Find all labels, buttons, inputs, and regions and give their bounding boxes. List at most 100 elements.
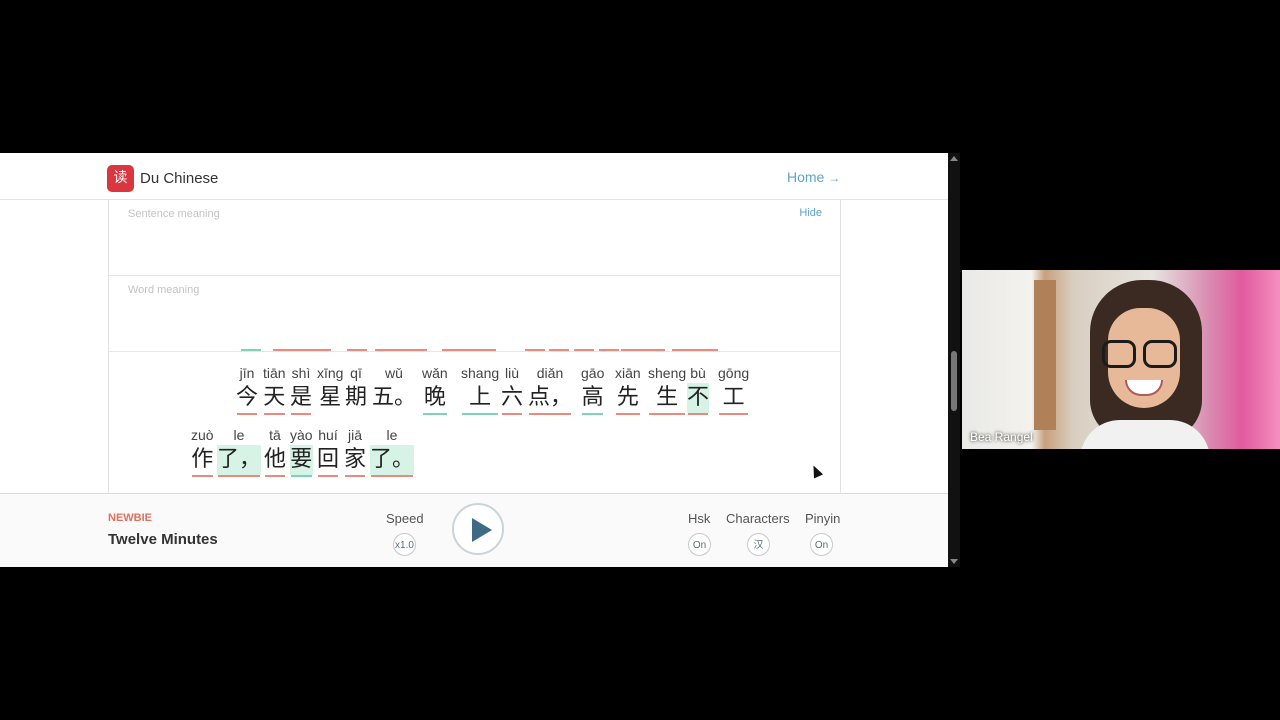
scroll-up-icon[interactable] <box>950 156 958 161</box>
pinyin-text: sheng <box>648 365 687 381</box>
word-token[interactable]: huí 回 <box>317 425 339 477</box>
pinyin-text: le <box>233 427 245 443</box>
word-token[interactable]: xiān 先 <box>615 363 641 415</box>
characters-toggle[interactable]: 汉 <box>747 533 770 556</box>
word-underline <box>462 413 499 415</box>
word-token[interactable]: yào 要 <box>290 425 313 477</box>
word-token[interactable]: shì 是 <box>290 363 312 415</box>
pinyin-text: wǎn <box>422 365 448 381</box>
word-token[interactable]: jiā 家 <box>344 425 366 477</box>
word-token[interactable]: le 了， <box>217 425 262 477</box>
word-token[interactable]: tā 他 <box>264 425 286 477</box>
pinyin-toggle[interactable]: On <box>810 533 833 556</box>
word-token[interactable]: zuò 作 <box>191 425 214 477</box>
pinyin-text: tā <box>269 427 281 443</box>
hanzi-text: 星 <box>319 385 342 410</box>
pinyin-text: liù <box>505 365 520 381</box>
play-button[interactable] <box>452 503 504 555</box>
pinyin-text: diǎn <box>536 365 564 381</box>
word-token[interactable]: le 了。 <box>370 425 415 477</box>
hanzi-text: 是 <box>290 385 313 410</box>
word-underline <box>318 475 339 477</box>
vertical-scrollbar[interactable] <box>948 153 960 567</box>
word-underline <box>529 413 572 415</box>
word-meaning-label: Word meaning <box>128 284 200 296</box>
reader-panel: Sentence meaning Hide Word meaning jīn 今 t… <box>108 199 841 494</box>
hanzi-text: 点， <box>528 385 573 410</box>
glasses-left <box>1102 340 1136 368</box>
word-token[interactable]: diǎn 点， <box>528 363 572 415</box>
word-token[interactable]: jīn 今 <box>236 363 258 415</box>
speed-button[interactable]: x1.0 <box>393 533 416 556</box>
sentence-meaning-box: Sentence meaning Hide <box>109 199 840 276</box>
word-meaning-box: Word meaning <box>109 275 840 352</box>
participant-name: Bea Rangel <box>970 430 1033 444</box>
hanzi-text: 了， <box>217 445 262 475</box>
word-underline <box>423 413 447 415</box>
participant-video-tile[interactable]: Bea Rangel <box>962 270 1280 449</box>
word-token[interactable]: shang 上 <box>461 363 499 415</box>
hide-button[interactable]: Hide <box>799 207 822 219</box>
word-underline <box>502 413 523 415</box>
word-underline <box>291 475 312 477</box>
du-chinese-logo[interactable]: 读 <box>107 165 134 192</box>
scrollbar-thumb[interactable] <box>951 351 957 411</box>
scroll-down-icon[interactable] <box>950 559 958 564</box>
word-token[interactable]: bù 不 <box>687 363 710 415</box>
hanzi-text: 生 <box>656 385 679 410</box>
word-underline <box>318 413 342 415</box>
hsk-label: Hsk <box>688 511 711 526</box>
pinyin-text: shang <box>461 365 500 381</box>
word-token[interactable]: qī 期 <box>345 363 367 415</box>
word-token[interactable]: gāo 高 <box>581 363 604 415</box>
word-underline <box>649 413 686 415</box>
word-token[interactable]: wǔ 五。 <box>372 363 416 415</box>
pinyin-text: xiān <box>615 365 641 381</box>
word-underline <box>373 413 415 415</box>
pinyin-text: zuò <box>191 427 214 443</box>
word-underline <box>582 413 604 415</box>
word-underline <box>345 475 366 477</box>
home-link[interactable]: Home → <box>787 169 840 185</box>
word-underline <box>371 475 414 477</box>
word-underline <box>265 475 286 477</box>
word-underline <box>688 413 709 415</box>
play-icon <box>472 518 492 542</box>
word-token[interactable]: xīng 星 <box>317 363 343 415</box>
shared-screen: 读 Du Chinese Home → Sentence meaning Hide… <box>0 153 948 567</box>
word-token[interactable]: liù 六 <box>501 363 523 415</box>
hanzi-text: 先 <box>616 385 639 410</box>
pinyin-text: shì <box>291 365 311 381</box>
word-token[interactable]: tiān 天 <box>263 363 286 415</box>
word-underline <box>616 413 640 415</box>
word-underline <box>192 475 213 477</box>
hsk-toggle[interactable]: On <box>688 533 711 556</box>
word-underline <box>719 413 749 415</box>
pinyin-text: le <box>386 427 398 443</box>
pinyin-text: wǔ <box>385 365 403 381</box>
hanzi-text: 家 <box>344 447 367 472</box>
word-token[interactable]: wǎn 晚 <box>422 363 448 415</box>
word-token[interactable]: gōng 工 <box>718 363 749 415</box>
pinyin-text: yào <box>290 427 313 443</box>
characters-label: Characters <box>726 511 790 526</box>
hanzi-text: 回 <box>317 447 340 472</box>
lesson-title: Twelve Minutes <box>108 531 218 548</box>
hanzi-text: 作 <box>191 447 214 472</box>
hanzi-text: 五。 <box>372 385 417 410</box>
pinyin-text: gāo <box>581 365 605 381</box>
player-bar: NEWBIE Twelve Minutes Speed x1.0 Hsk On … <box>0 493 948 567</box>
hanzi-text: 上 <box>469 385 492 410</box>
hanzi-text: 六 <box>501 385 524 410</box>
word-underline <box>291 413 312 415</box>
brand-name[interactable]: Du Chinese <box>140 170 218 187</box>
hanzi-text: 了。 <box>370 445 415 475</box>
pinyin-text: qī <box>350 365 362 381</box>
hanzi-text: 工 <box>722 385 745 410</box>
speed-label: Speed <box>386 511 424 526</box>
word-token[interactable]: sheng 生 <box>648 363 686 415</box>
hanzi-text: 高 <box>581 385 604 410</box>
pinyin-text: xīng <box>317 365 344 381</box>
lesson-level: NEWBIE <box>108 512 152 524</box>
pinyin-text: bù <box>690 365 706 381</box>
